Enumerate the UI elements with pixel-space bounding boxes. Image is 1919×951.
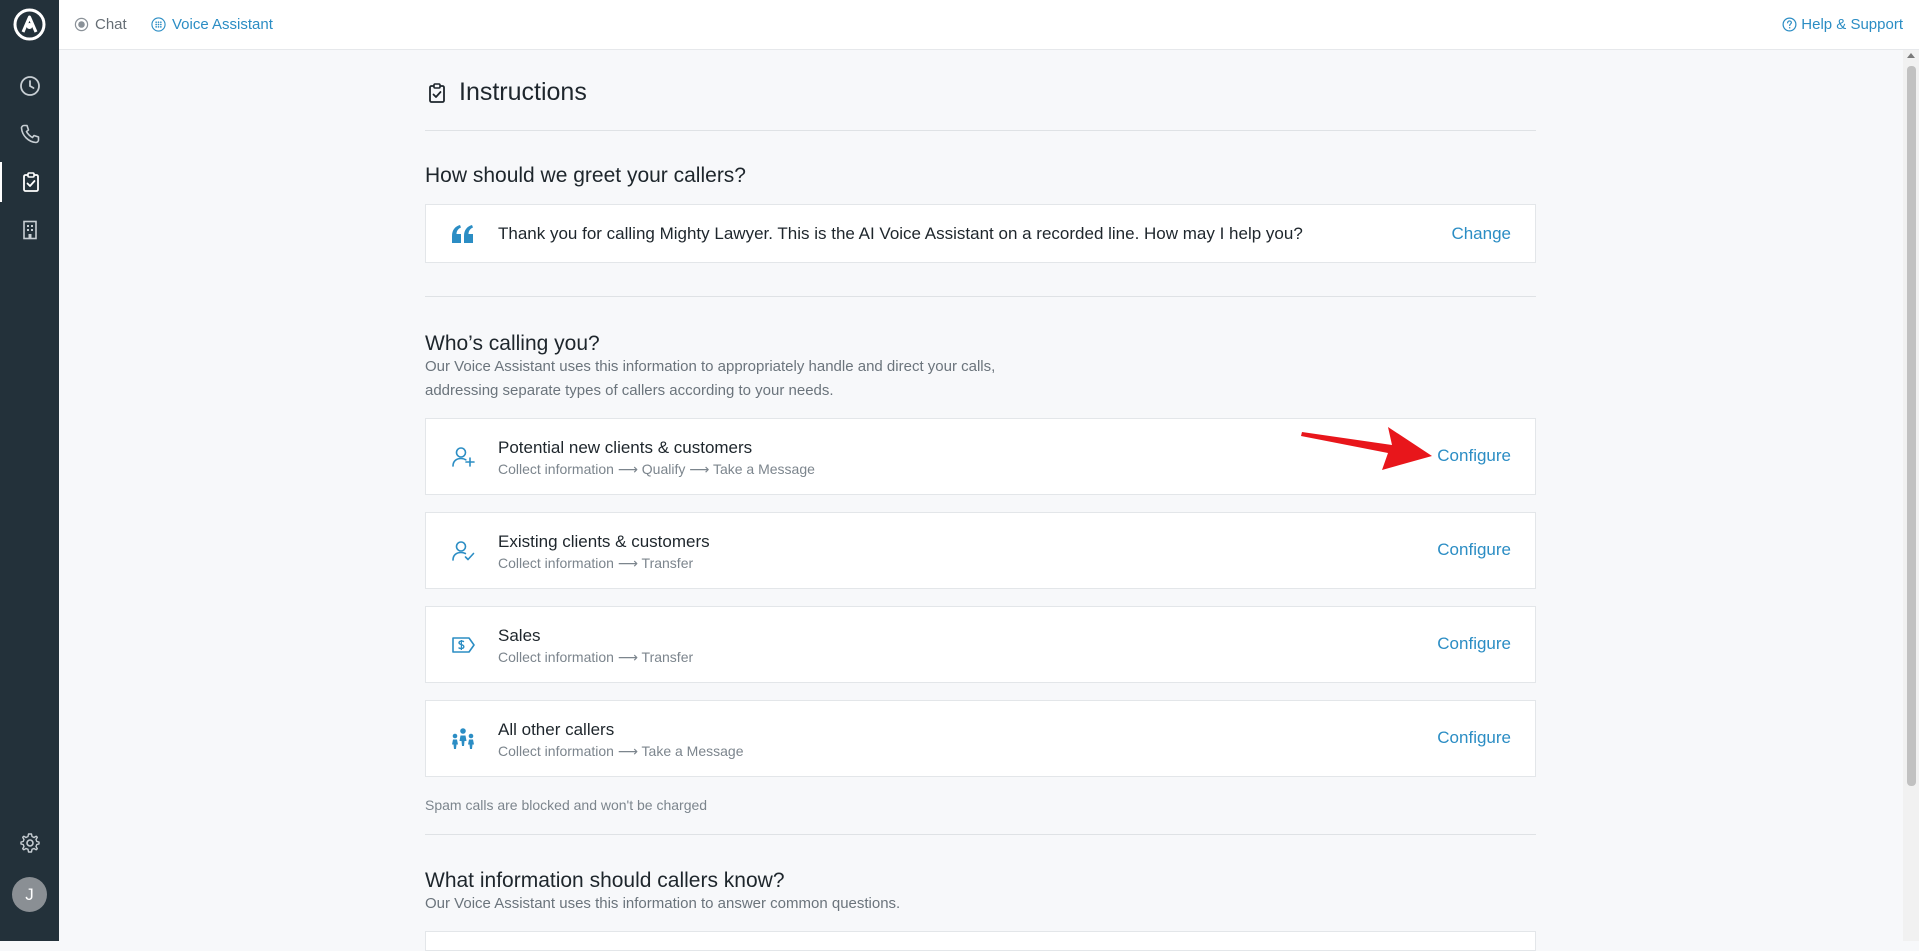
top-bar: Chat Voice Assistant Help & Support (59, 0, 1919, 50)
caller-type-flow: Collect information ⟶ Take a Message (498, 743, 744, 759)
sidebar-item-business[interactable] (0, 210, 59, 250)
clipboard-check-icon (22, 172, 39, 192)
info-description: Our Voice Assistant uses this informatio… (425, 895, 901, 912)
sidebar-item-instructions[interactable] (0, 162, 59, 202)
callers-heading: Who’s calling you? (425, 332, 600, 355)
user-check-icon (452, 541, 475, 561)
callers-description: Our Voice Assistant uses this informatio… (425, 355, 995, 403)
caller-type-name: Existing clients & customers (498, 532, 710, 551)
configure-button[interactable]: Configure (1437, 728, 1511, 748)
page-title: Instructions (425, 78, 587, 107)
app-logo-icon[interactable] (13, 8, 46, 41)
avatar[interactable]: J (12, 877, 47, 912)
page-scrollbar[interactable] (1903, 50, 1919, 941)
phone-icon (20, 124, 39, 144)
caller-card-existing-clients: Existing clients & customers Collect inf… (425, 512, 1536, 589)
price-tag-icon (452, 637, 475, 653)
settings-button[interactable] (0, 823, 59, 863)
caller-type-name: All other callers (498, 720, 615, 739)
help-support-link[interactable]: Help & Support (1782, 0, 1903, 48)
caller-type-name: Sales (498, 626, 541, 645)
clipboard-check-icon (429, 82, 445, 103)
callers-description-line: addressing separate types of callers acc… (425, 382, 834, 399)
scroll-up-arrow-icon[interactable] (1907, 53, 1915, 58)
sidebar-item-calls[interactable] (0, 114, 59, 154)
greeting-heading: How should we greet your callers? (425, 164, 746, 187)
change-greeting-button[interactable]: Change (1451, 224, 1511, 244)
building-icon (22, 220, 37, 240)
gear-icon (19, 833, 40, 853)
caller-type-name: Potential new clients & customers (498, 438, 753, 457)
caller-card-other: All other callers Collect information ⟶ … (425, 700, 1536, 777)
chat-dot-icon (74, 17, 89, 31)
caller-type-flow: Collect information ⟶ Transfer (498, 555, 694, 571)
divider (425, 130, 1536, 131)
question-circle-icon (1782, 17, 1797, 31)
grid-dial-icon (151, 16, 166, 32)
sidebar-item-history[interactable] (0, 66, 59, 106)
divider (425, 296, 1536, 297)
tab-label: Voice Assistant (172, 15, 273, 33)
tab-chat[interactable]: Chat (74, 0, 127, 48)
annotation-arrow-icon (1301, 427, 1432, 470)
configure-button[interactable]: Configure (1437, 634, 1511, 654)
divider (425, 834, 1536, 835)
info-card (425, 931, 1536, 951)
tab-voice-assistant[interactable]: Voice Assistant (151, 0, 273, 48)
configure-button[interactable]: Configure (1437, 540, 1511, 560)
info-heading: What information should callers know? (425, 869, 785, 892)
sidebar: J (0, 0, 59, 941)
main-content: Instructions How should we greet your ca… (425, 50, 1536, 951)
spam-footnote: Spam calls are blocked and won't be char… (425, 797, 708, 813)
scrollbar-thumb[interactable] (1907, 66, 1916, 786)
tab-label: Chat (95, 15, 127, 33)
help-label: Help & Support (1801, 15, 1903, 33)
caller-card-sales: Sales Collect information ⟶ Transfer Con… (425, 606, 1536, 683)
people-group-icon (452, 728, 474, 749)
greeting-text: Thank you for calling Mighty Lawyer. Thi… (498, 224, 1303, 243)
clock-icon (19, 76, 40, 96)
callers-description-line: Our Voice Assistant uses this informatio… (425, 358, 996, 375)
greeting-card: Thank you for calling Mighty Lawyer. Thi… (425, 204, 1536, 263)
page-title-text: Instructions (459, 78, 587, 106)
caller-type-flow: Collect information ⟶ Transfer (498, 649, 694, 665)
caller-type-flow: Collect information ⟶ Qualify ⟶ Take a M… (498, 461, 815, 477)
configure-button[interactable]: Configure (1437, 446, 1511, 466)
quote-icon (452, 225, 473, 243)
user-plus-icon (452, 447, 475, 467)
